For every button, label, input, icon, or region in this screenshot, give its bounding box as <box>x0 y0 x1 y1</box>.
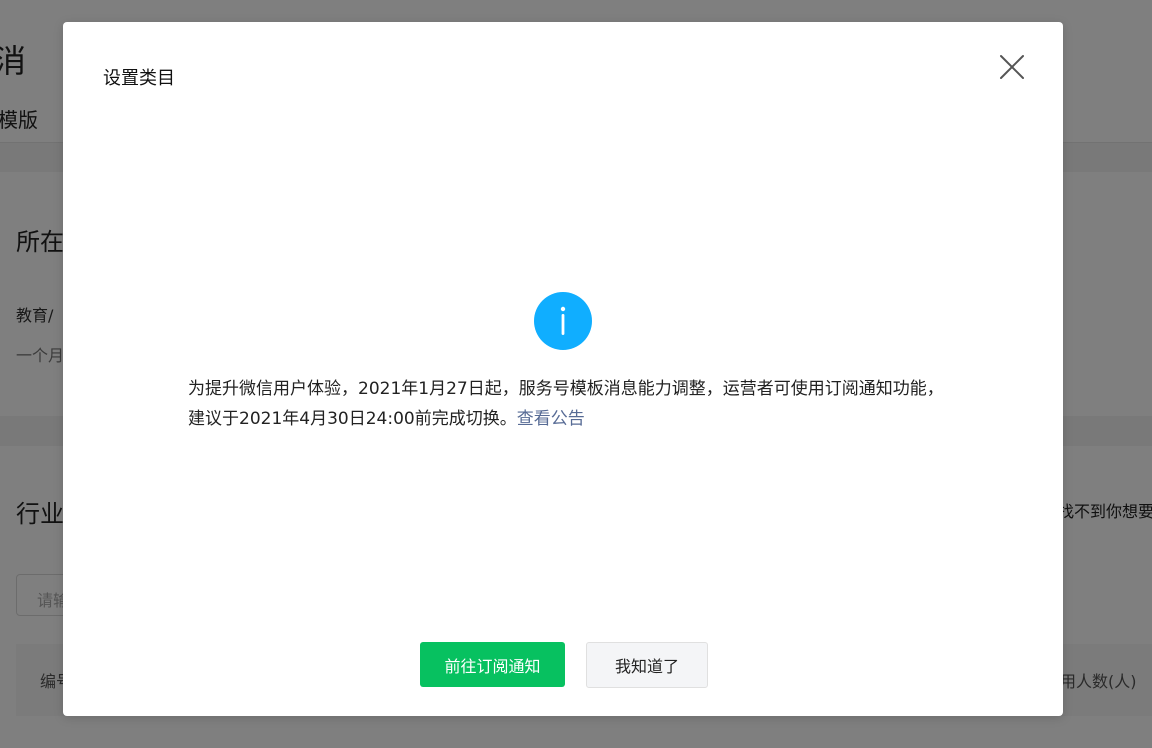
go-to-subscription-button[interactable]: 前往订阅通知 <box>420 642 565 687</box>
close-button[interactable] <box>995 50 1029 84</box>
view-announcement-link[interactable]: 查看公告 <box>517 409 585 429</box>
dialog-message: 为提升微信用户体验，2021年1月27日起，服务号模板消息能力调整，运营者可使用… <box>188 374 948 434</box>
dialog-title: 设置类目 <box>103 68 175 89</box>
page: 版消 的模版 所在 教育/ 一个月 行业 找不到你想要 请输 编号 用人数(人)… <box>0 0 1152 748</box>
set-category-dialog: 设置类目 为提升微信用户体验，2021年1月27日起，服务号模板消息能力调整，运… <box>63 22 1063 716</box>
info-icon <box>534 292 592 350</box>
acknowledge-button[interactable]: 我知道了 <box>586 642 708 688</box>
close-icon <box>1000 55 1024 79</box>
